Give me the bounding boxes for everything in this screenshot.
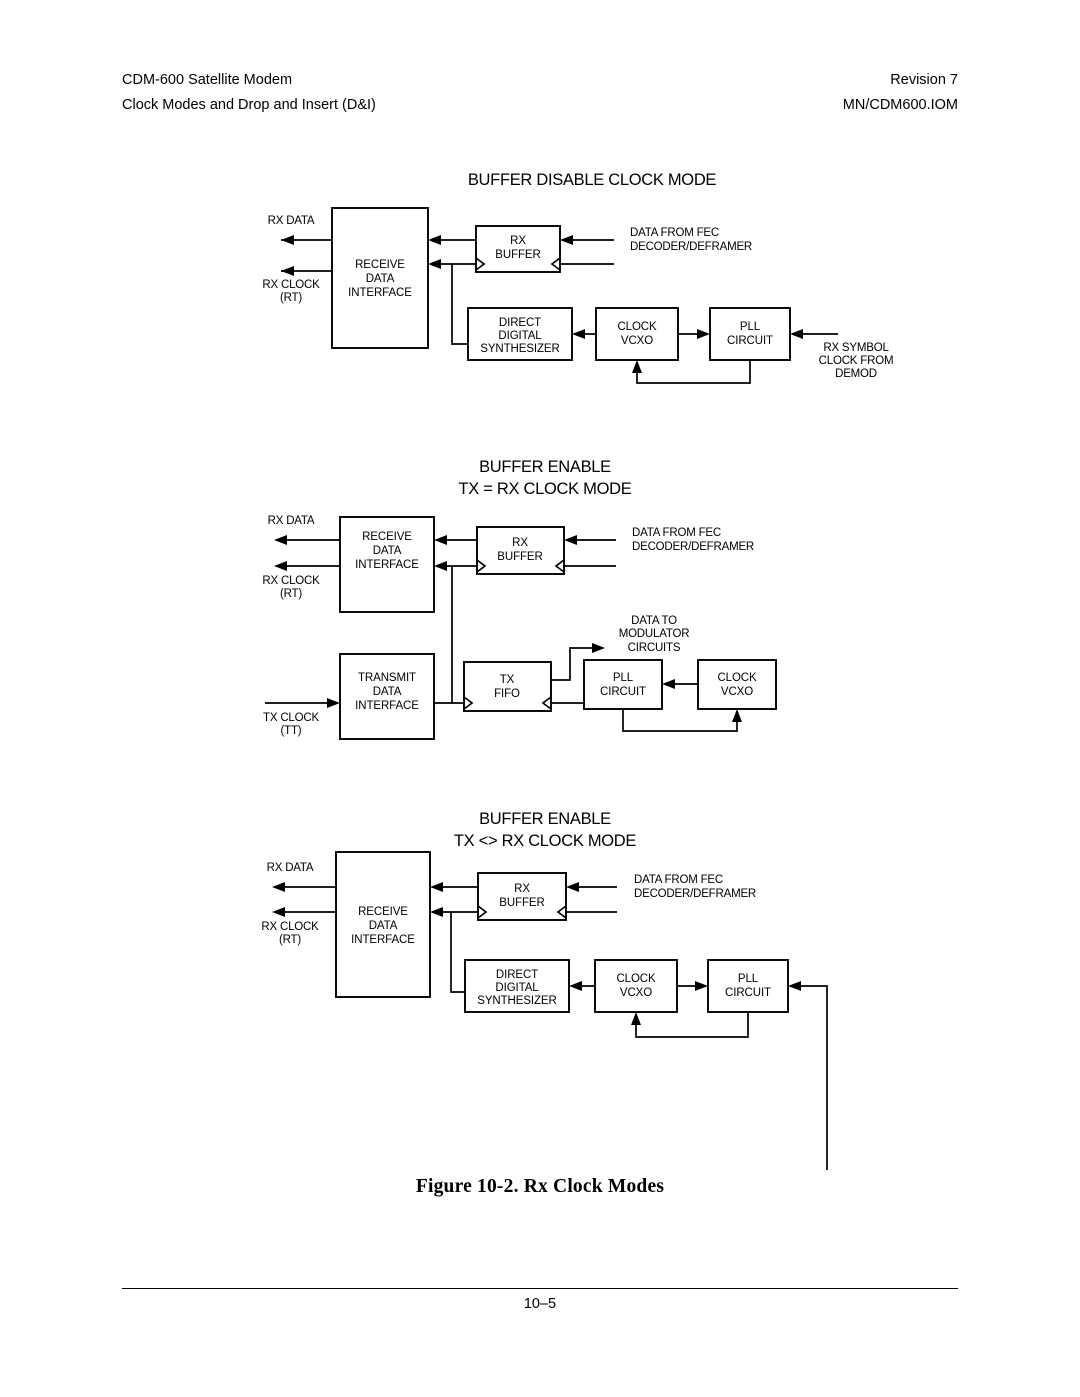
label-rx-data: RX DATA [268, 515, 315, 527]
block-label: DIGITAL [495, 982, 539, 994]
label-rx-clock-rt: (RT) [279, 934, 301, 946]
diagram-3-title-line-1: BUFFER ENABLE [479, 810, 611, 828]
block-label: CLOCK [717, 672, 757, 684]
page-number: 10–5 [523, 1296, 557, 1312]
block-rx-buffer: RX BUFFER [475, 225, 561, 273]
block-pll-circuit: PLL CIRCUIT [707, 959, 789, 1013]
block-label: FIFO [494, 688, 520, 700]
label-rx-clock-rt: (RT) [280, 292, 302, 304]
label-clock-from: CLOCK FROM [819, 355, 894, 367]
block-label: PLL [738, 973, 759, 985]
block-label: DIRECT [499, 317, 541, 329]
label-decoder-deframer: DECODER/DEFRAMER [630, 241, 752, 253]
block-pll-circuit: PLL CIRCUIT [583, 659, 663, 710]
label-rx-data: RX DATA [268, 215, 315, 227]
block-label: PLL [613, 672, 634, 684]
block-label: INTERFACE [351, 934, 415, 946]
label-modulator: MODULATOR [619, 628, 690, 640]
block-label: VCXO [620, 987, 652, 999]
label-demod: DEMOD [835, 368, 877, 380]
block-label: DATA [369, 920, 398, 932]
block-rx-buffer: RX BUFFER [477, 872, 567, 921]
diagram-3-title-line-2: TX <> RX CLOCK MODE [454, 832, 637, 850]
label-tx-clock: TX CLOCK [263, 712, 319, 724]
block-clock-vcxo: CLOCK VCXO [594, 959, 678, 1013]
block-clock-vcxo: CLOCK VCXO [697, 659, 777, 710]
block-label: TX [500, 674, 515, 686]
block-label: CLOCK [616, 973, 656, 985]
block-label: RECEIVE [355, 259, 405, 271]
block-label: CLOCK [617, 321, 657, 333]
header-document-title: CDM-600 Satellite Modem [122, 72, 293, 88]
diagram-2-title-line-1: BUFFER ENABLE [479, 458, 611, 476]
block-direct-digital-synthesizer: DIRECT DIGITAL SYNTHESIZER [464, 959, 570, 1013]
block-receive-data-interface: RECEIVE DATA INTERFACE [339, 516, 435, 613]
block-label: RECEIVE [358, 906, 408, 918]
header-manual-number: MN/CDM600.IOM [842, 97, 958, 113]
label-rx-symbol: RX SYMBOL [823, 342, 889, 354]
block-label: DATA [366, 273, 395, 285]
block-receive-data-interface: RECEIVE DATA INTERFACE [335, 851, 431, 998]
block-tx-fifo: TX FIFO [463, 661, 552, 712]
block-label: BUFFER [499, 897, 544, 909]
block-clock-vcxo: CLOCK VCXO [595, 307, 679, 361]
page-footer: 10–5 [122, 1288, 958, 1312]
label-rx-clock: RX CLOCK [261, 921, 319, 933]
block-label: DATA [373, 545, 402, 557]
block-label: CIRCUIT [727, 335, 773, 347]
label-decoder-deframer: DECODER/DEFRAMER [634, 888, 756, 900]
block-label: INTERFACE [348, 287, 412, 299]
block-label: TRANSMIT [358, 672, 416, 684]
label-rx-data: RX DATA [267, 862, 314, 874]
block-label: CIRCUIT [600, 686, 646, 698]
figure-caption: Figure 10-2. Rx Clock Modes [415, 1176, 665, 1197]
diagram-2-title-line-2: TX = RX CLOCK MODE [459, 480, 632, 498]
diagram-buffer-enable-tx-equals-rx-clock-mode: BUFFER ENABLE TX = RX CLOCK MODE RECEIVE… [262, 458, 777, 740]
block-label: CIRCUIT [725, 987, 771, 999]
block-label: SYNTHESIZER [477, 995, 556, 1007]
label-data-from-fec: DATA FROM FEC [634, 874, 723, 886]
block-label: PLL [740, 321, 761, 333]
label-circuits: CIRCUITS [628, 642, 681, 654]
header-left: CDM-600 Satellite Modem Clock Modes and … [122, 68, 376, 118]
block-label: RX [514, 883, 530, 895]
header-right: Revision 7 MN/CDM600.IOM [843, 68, 958, 118]
header-chapter-title: Clock Modes and Drop and Insert (D&I) [122, 97, 376, 113]
page-header: CDM-600 Satellite Modem Clock Modes and … [122, 68, 958, 118]
block-label: SYNTHESIZER [480, 343, 559, 355]
block-direct-digital-synthesizer: DIRECT DIGITAL SYNTHESIZER [467, 307, 573, 361]
footer-divider [122, 1288, 958, 1289]
block-label: DATA [373, 686, 402, 698]
figure-rx-clock-modes: BUFFER DISABLE CLOCK MODE RECEIVE DATA I… [0, 140, 1080, 1170]
block-label: INTERFACE [355, 700, 419, 712]
label-rx-clock: RX CLOCK [262, 279, 320, 291]
block-label: RECEIVE [362, 531, 412, 543]
diagram-buffer-disable-clock-mode: BUFFER DISABLE CLOCK MODE RECEIVE DATA I… [262, 171, 894, 384]
diagram-1-title-line-1: BUFFER DISABLE CLOCK MODE [468, 171, 717, 189]
block-rx-buffer: RX BUFFER [476, 526, 565, 575]
label-data-from-fec: DATA FROM FEC [630, 227, 719, 239]
block-label: BUFFER [497, 551, 542, 563]
label-data-to: DATA TO [631, 615, 677, 627]
label-tx-clock-tt: (TT) [281, 725, 302, 737]
block-label: RX [510, 235, 526, 247]
block-label: DIGITAL [498, 330, 542, 342]
block-receive-data-interface: RECEIVE DATA INTERFACE [331, 207, 429, 349]
block-label: INTERFACE [355, 559, 419, 571]
block-transmit-data-interface: TRANSMIT DATA INTERFACE [339, 653, 435, 740]
label-data-from-fec: DATA FROM FEC [632, 527, 721, 539]
label-rx-clock-rt: (RT) [280, 588, 302, 600]
block-label: RX [512, 537, 528, 549]
diagram-buffer-enable-tx-not-equal-rx-clock-mode: BUFFER ENABLE TX <> RX CLOCK MODE RECEIV… [261, 810, 828, 1170]
block-label: DIRECT [496, 969, 538, 981]
label-rx-clock: RX CLOCK [262, 575, 320, 587]
label-decoder-deframer: DECODER/DEFRAMER [632, 541, 754, 553]
header-revision: Revision 7 [890, 72, 958, 88]
block-label: VCXO [721, 686, 753, 698]
block-pll-circuit: PLL CIRCUIT [709, 307, 791, 361]
block-label: BUFFER [495, 249, 540, 261]
block-label: VCXO [621, 335, 653, 347]
